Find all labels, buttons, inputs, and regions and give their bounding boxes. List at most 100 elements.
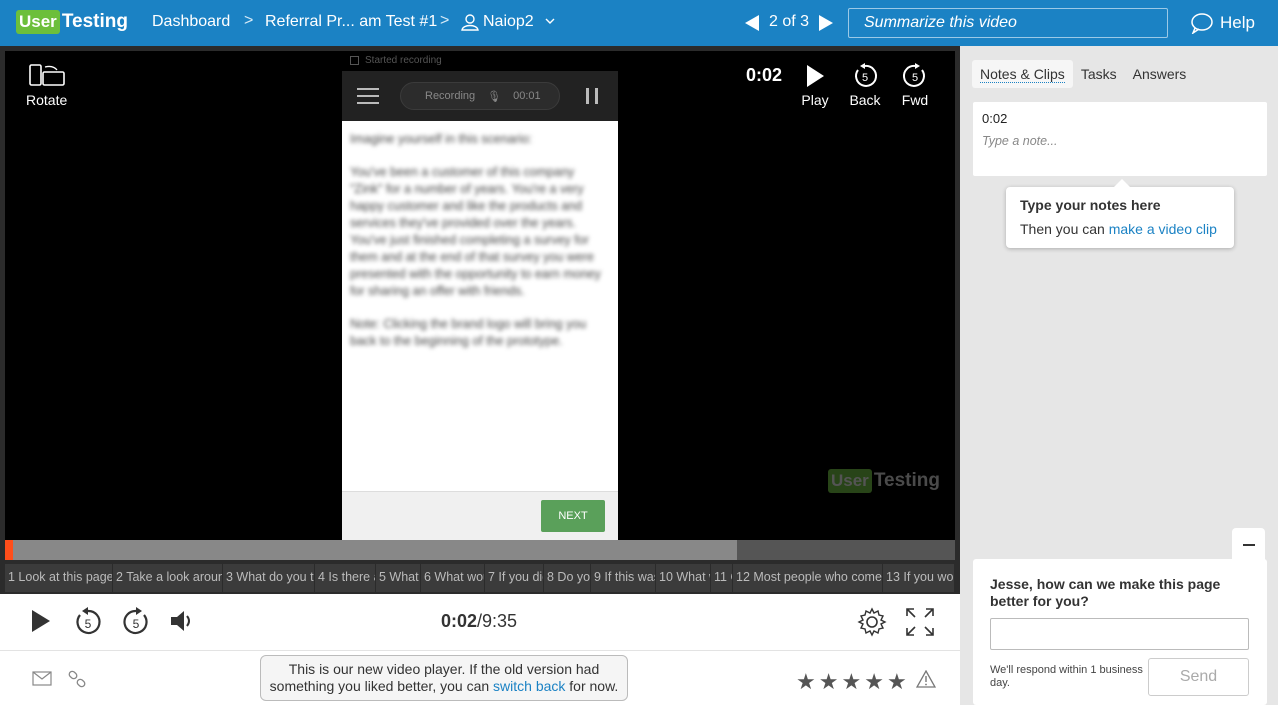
task-segment[interactable]: 7 If you did bbox=[485, 564, 544, 592]
rotate-device-icon bbox=[28, 64, 65, 86]
task-segment[interactable]: 9 If this was bbox=[591, 564, 656, 592]
recording-time: 00:01 bbox=[513, 90, 541, 102]
user-icon bbox=[461, 13, 479, 31]
svg-text:5: 5 bbox=[912, 72, 918, 84]
task-segment[interactable]: 8 Do you bbox=[544, 564, 591, 592]
task-segment[interactable]: 11 Or bbox=[711, 564, 733, 592]
watermark-user-text: User bbox=[828, 469, 872, 493]
play-icon bbox=[807, 65, 824, 87]
test-name-link[interactable]: Referral Pr... am Test #1 bbox=[265, 13, 437, 31]
recording-pill: Recording 🎙 00:01 bbox=[400, 82, 560, 110]
switch-back-link[interactable]: switch back bbox=[493, 678, 565, 694]
chevron-down-icon bbox=[545, 18, 555, 24]
phone-screen: Started recording Recording 🎙 00:01 Imag… bbox=[342, 51, 618, 540]
scenario-paragraph: Imagine yourself in this scenario: bbox=[350, 132, 533, 146]
current-time: 0:02 bbox=[441, 611, 478, 631]
logo-testing-text: Testing bbox=[61, 11, 128, 32]
fwd-label: Fwd bbox=[901, 92, 929, 108]
participant-dropdown[interactable]: Naiop2 bbox=[461, 13, 560, 31]
feedback-question: Jesse, how can we make this page better … bbox=[990, 576, 1221, 609]
notes-tooltip: Type your notes here Then you can make a… bbox=[1006, 179, 1234, 248]
breadcrumb-separator: > bbox=[440, 12, 450, 29]
overlay-forward-button[interactable]: 5 Fwd bbox=[890, 63, 940, 108]
player-footer: This is our new video player. If the old… bbox=[0, 651, 960, 705]
task-segment[interactable]: 10 What would bbox=[656, 564, 711, 592]
make-video-clip-link[interactable]: make a video clip bbox=[1109, 221, 1217, 237]
play-label: Play bbox=[801, 92, 829, 108]
player-controls: 5 5 0:02/9:35 bbox=[0, 594, 960, 651]
email-icon[interactable] bbox=[32, 671, 52, 686]
svg-text:5: 5 bbox=[862, 72, 868, 84]
panel-tabs: Notes & Clips Tasks Answers bbox=[972, 60, 1194, 88]
microphone-icon: 🎙 bbox=[487, 90, 502, 103]
task-segment[interactable]: 12 Most people who come bbox=[733, 564, 883, 592]
note-editor[interactable]: 0:02 Type a note... bbox=[973, 102, 1267, 176]
play-icon[interactable] bbox=[30, 607, 52, 635]
task-segment[interactable]: 2 Take a look around bbox=[113, 564, 223, 592]
rotate-button[interactable]: Rotate bbox=[26, 63, 67, 108]
help-button[interactable]: Help bbox=[1190, 12, 1255, 34]
svg-text:5: 5 bbox=[133, 617, 140, 631]
feedback-send-button[interactable]: Send bbox=[1148, 658, 1249, 696]
notice-line-2-end: for now. bbox=[565, 678, 619, 694]
record-icon bbox=[350, 56, 359, 65]
fullscreen-icon[interactable] bbox=[905, 607, 935, 637]
usertesting-logo[interactable]: User Testing bbox=[16, 8, 128, 36]
tab-answers[interactable]: Answers bbox=[1125, 60, 1195, 88]
logo-user-text: User bbox=[16, 10, 60, 34]
star-icon[interactable]: ★ bbox=[819, 669, 839, 695]
started-recording-indicator: Started recording bbox=[350, 55, 442, 66]
video-area[interactable]: Rotate Started recording Recording 🎙 00:… bbox=[5, 51, 955, 540]
task-segment[interactable]: 13 If you would bbox=[883, 564, 955, 592]
rotate-label: Rotate bbox=[26, 92, 68, 108]
note-input[interactable]: Type a note... bbox=[982, 134, 1258, 148]
svg-text:5: 5 bbox=[85, 617, 92, 631]
star-icon[interactable]: ★ bbox=[796, 669, 816, 695]
recording-label: Recording bbox=[425, 90, 476, 102]
playback-time: 0:02/9:35 bbox=[441, 611, 517, 632]
task-segment[interactable]: 3 What do you think bbox=[223, 564, 315, 592]
overlay-back-button[interactable]: 5 Back bbox=[840, 63, 890, 108]
task-segment[interactable]: 4 Is there anything bbox=[315, 564, 376, 592]
new-player-notice: This is our new video player. If the old… bbox=[260, 655, 628, 701]
forward-5-icon[interactable]: 5 bbox=[121, 607, 151, 637]
video-progress-bar[interactable] bbox=[5, 540, 955, 560]
scenario-paragraph: Note: Clicking the brand logo will bring… bbox=[350, 317, 587, 348]
current-timecode: 0:02 bbox=[746, 65, 783, 85]
dashboard-link[interactable]: Dashboard bbox=[152, 13, 230, 31]
top-bar: User Testing Dashboard > Referral Pr... … bbox=[0, 0, 1278, 46]
settings-gear-icon[interactable] bbox=[857, 607, 887, 637]
task-segment[interactable]: 1 Look at this page bbox=[5, 564, 113, 592]
next-video-arrow-icon[interactable] bbox=[819, 15, 833, 31]
feedback-textarea[interactable] bbox=[990, 618, 1249, 650]
rating-stars: ★ ★ ★ ★ ★ bbox=[796, 669, 907, 695]
usertesting-watermark: User Testing bbox=[828, 469, 940, 493]
link-icon[interactable] bbox=[67, 669, 87, 689]
overlay-play-button[interactable]: Play bbox=[790, 63, 840, 108]
video-pager-count: 2 of 3 bbox=[769, 13, 810, 30]
previous-video-arrow-icon[interactable] bbox=[745, 15, 759, 31]
task-segment[interactable]: 5 What stands bbox=[376, 564, 421, 592]
note-timestamp: 0:02 bbox=[982, 111, 1008, 126]
star-icon[interactable]: ★ bbox=[841, 669, 861, 695]
minimize-feedback-button[interactable] bbox=[1232, 528, 1265, 561]
phone-next-button: NEXT bbox=[541, 500, 605, 532]
breadcrumb-separator: > bbox=[244, 12, 254, 29]
star-icon[interactable]: ★ bbox=[887, 669, 907, 695]
summarize-video-input[interactable]: Summarize this video bbox=[848, 8, 1168, 38]
participant-name: Naiop2 bbox=[483, 13, 534, 30]
tooltip-text: Then you can bbox=[1020, 221, 1109, 237]
volume-icon[interactable] bbox=[168, 607, 196, 635]
task-segment[interactable]: 6 What would bbox=[421, 564, 485, 592]
tab-notes-clips[interactable]: Notes & Clips bbox=[972, 60, 1073, 88]
watermark-testing-text: Testing bbox=[873, 470, 940, 491]
tab-tasks[interactable]: Tasks bbox=[1073, 60, 1125, 88]
star-icon[interactable]: ★ bbox=[864, 669, 884, 695]
back-label: Back bbox=[849, 92, 881, 108]
warning-icon[interactable] bbox=[916, 670, 936, 688]
progress-buffered bbox=[5, 540, 737, 560]
pause-icon bbox=[586, 88, 598, 104]
rewind-5-icon: 5 bbox=[855, 63, 877, 87]
progress-playhead[interactable] bbox=[5, 540, 13, 560]
rewind-5-icon[interactable]: 5 bbox=[73, 607, 103, 637]
